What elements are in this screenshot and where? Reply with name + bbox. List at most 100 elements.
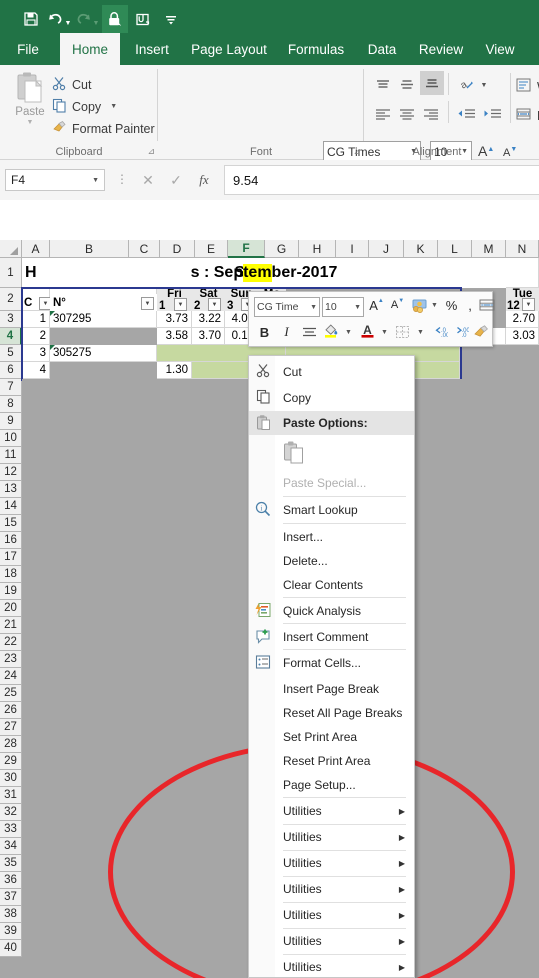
column-header-h[interactable]: H — [299, 240, 336, 258]
row-header-8[interactable]: 8 — [0, 396, 22, 413]
cell-f3[interactable]: 3.73 — [157, 311, 192, 328]
row-header-15[interactable]: 15 — [0, 515, 22, 532]
row-header-37[interactable]: 37 — [0, 889, 22, 906]
cell-c4[interactable]: 3.58 — [157, 328, 192, 345]
filter-button-day12[interactable]: ▼ — [522, 298, 535, 311]
tab-review[interactable]: Review — [410, 33, 472, 65]
row-header-33[interactable]: 33 — [0, 821, 22, 838]
decrease-indent-button[interactable] — [454, 103, 478, 125]
column-header-f[interactable]: F — [228, 240, 265, 258]
row-header-30[interactable]: 30 — [0, 770, 22, 787]
paste-button[interactable]: Paste ▼ — [8, 71, 52, 135]
row-header-18[interactable]: 18 — [0, 566, 22, 583]
row-header-11[interactable]: 11 — [0, 447, 22, 464]
context-menu-item-utilities-1[interactable]: Utilities ▶ — [249, 799, 414, 823]
column-header-e[interactable]: E — [195, 240, 228, 258]
row-header-29[interactable]: 29 — [0, 753, 22, 770]
row-header-36[interactable]: 36 — [0, 872, 22, 889]
name-box[interactable]: F4 ▼ — [5, 169, 105, 191]
filter-button-n[interactable]: ▼ — [141, 297, 154, 310]
cut-button[interactable]: Cut — [52, 75, 91, 94]
tab-file[interactable]: File — [4, 33, 52, 65]
accounting-dropdown-icon[interactable]: ▼ — [429, 295, 440, 315]
copy-dropdown-icon[interactable]: ▼ — [110, 103, 117, 110]
row-header-19[interactable]: 19 — [0, 583, 22, 600]
confirm-formula-button[interactable]: ✓ — [162, 172, 190, 189]
borders-icon[interactable] — [393, 322, 413, 342]
context-menu-item-clear-contents[interactable]: Clear Contents — [249, 573, 414, 597]
context-menu-item-cut[interactable]: Cut — [249, 360, 414, 384]
formula-input[interactable]: 9.54 — [224, 165, 539, 195]
tab-data[interactable]: Data — [358, 33, 406, 65]
customize-qat-icon[interactable] — [158, 5, 184, 33]
context-menu-item-utilities-5[interactable]: Utilities ▶ — [249, 903, 414, 927]
cell-b4[interactable]: 305275 — [50, 345, 157, 362]
paste-thumb-icon[interactable] — [283, 440, 305, 469]
cell-n1[interactable] — [506, 258, 539, 288]
context-menu-item-utilities-7[interactable]: Utilities ▶ — [249, 955, 414, 978]
row-header-22[interactable]: 22 — [0, 634, 22, 651]
percent-style-button[interactable]: % — [442, 295, 461, 315]
row-header-9[interactable]: 9 — [0, 413, 22, 430]
cell-a4[interactable]: 2 — [22, 328, 50, 345]
row-header-34[interactable]: 34 — [0, 838, 22, 855]
chevron-down-icon[interactable]: ▼ — [354, 304, 361, 311]
attach-icon[interactable] — [130, 5, 156, 33]
row-header-6[interactable]: 6 — [0, 362, 22, 379]
row-header-31[interactable]: 31 — [0, 787, 22, 804]
cell-a5[interactable]: 3 — [22, 345, 50, 362]
select-all-button[interactable] — [0, 240, 22, 258]
filter-button-day1[interactable]: ▼ — [174, 298, 187, 311]
mini-bold-button[interactable]: B — [255, 322, 274, 342]
protect-sheet-icon[interactable] — [102, 5, 128, 33]
row-header-40[interactable]: 40 — [0, 940, 22, 957]
mini-italic-button[interactable]: I — [277, 322, 296, 342]
column-header-l[interactable]: L — [438, 240, 472, 258]
context-menu-item-smart-lookup[interactable]: i Smart Lookup — [249, 498, 414, 522]
borders-dropdown-icon[interactable]: ▼ — [415, 322, 426, 342]
fill-color-dropdown-icon[interactable]: ▼ — [343, 322, 354, 342]
orientation-dropdown-icon[interactable]: ▼ — [478, 74, 490, 96]
increase-decimal-icon[interactable]: .00.0 — [450, 321, 470, 341]
row-header-12[interactable]: 12 — [0, 464, 22, 481]
row-header-16[interactable]: 16 — [0, 532, 22, 549]
row-header-20[interactable]: 20 — [0, 600, 22, 617]
context-menu-item-quick-analysis[interactable]: Quick Analysis — [249, 599, 414, 623]
align-bottom-button[interactable] — [420, 71, 444, 95]
column-header-k[interactable]: K — [404, 240, 438, 258]
context-menu-item-utilities-3[interactable]: Utilities ▶ — [249, 851, 414, 875]
chevron-down-icon[interactable]: ▼ — [310, 304, 317, 311]
merge-center-icon[interactable] — [477, 295, 497, 315]
cell-n4[interactable]: 3.03 — [506, 328, 539, 345]
tab-home[interactable]: Home — [60, 33, 120, 65]
cell-n3[interactable]: 2.70 — [506, 311, 539, 328]
merge-center-button[interactable]: Mer — [516, 106, 539, 125]
row-header-7[interactable]: 7 — [0, 379, 22, 396]
row-header-26[interactable]: 26 — [0, 702, 22, 719]
cell-a3[interactable]: 1 — [22, 311, 50, 328]
context-menu-item-insert[interactable]: Insert... — [249, 525, 414, 549]
row-header-14[interactable]: 14 — [0, 498, 22, 515]
format-painter-button[interactable]: Format Painter — [52, 119, 155, 138]
context-menu-item-utilities-4[interactable]: Utilities ▶ — [249, 877, 414, 901]
mini-increase-font-size-button[interactable]: A ▲ — [367, 295, 386, 315]
font-color-icon[interactable]: A — [357, 320, 378, 340]
row-header-35[interactable]: 35 — [0, 855, 22, 872]
row-header-27[interactable]: 27 — [0, 719, 22, 736]
context-menu-item-set-print-area[interactable]: Set Print Area — [249, 725, 414, 749]
column-header-g[interactable]: G — [265, 240, 299, 258]
clipboard-dialog-launcher[interactable]: ⊿ — [147, 146, 155, 157]
font-color-dropdown-icon[interactable]: ▼ — [379, 322, 390, 342]
paste-dropdown-icon[interactable]: ▼ — [27, 119, 34, 126]
tab-view[interactable]: View — [476, 33, 524, 65]
row-header-2[interactable]: 2 — [0, 288, 22, 311]
mini-font-size-combo[interactable]: 10 ▼ — [322, 297, 364, 317]
column-header-n[interactable]: N — [506, 240, 539, 258]
align-left-button[interactable] — [372, 103, 394, 125]
chevron-down-icon[interactable]: ▼ — [92, 177, 99, 184]
wrap-text-button[interactable]: Wra — [516, 77, 539, 96]
row-header-1[interactable]: 1 — [0, 258, 22, 288]
context-menu-item-insert-comment[interactable]: Insert Comment — [249, 625, 414, 649]
cell-b3[interactable]: 307295 — [50, 311, 157, 328]
row-header-3[interactable]: 3 — [0, 311, 22, 328]
